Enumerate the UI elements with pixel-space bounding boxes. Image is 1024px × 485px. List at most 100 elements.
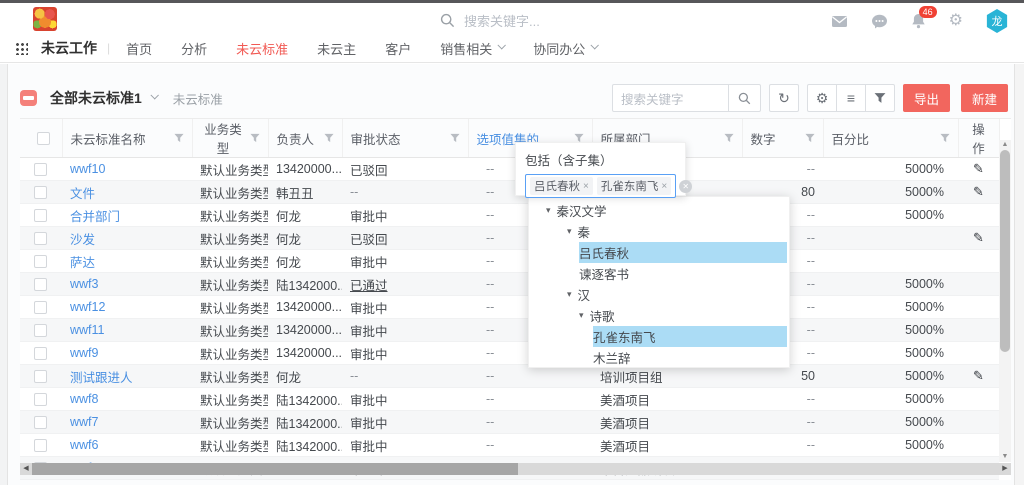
row-checkbox[interactable] [34, 278, 47, 291]
edit-pencil-icon[interactable]: ✎ [973, 230, 984, 245]
row-checkbox[interactable] [34, 324, 47, 337]
scroll-up-icon[interactable]: ▲ [999, 140, 1011, 150]
create-button[interactable]: 新建 [961, 84, 1008, 112]
record-link[interactable]: wwf7 [62, 411, 192, 434]
row-checkbox[interactable] [34, 301, 47, 314]
column-settings-button[interactable]: ⚙ [807, 84, 837, 112]
app-grid-icon[interactable] [15, 42, 28, 55]
funnel-icon[interactable] [450, 133, 460, 143]
list-view-button[interactable]: ≡ [836, 84, 866, 112]
header-number[interactable]: 数字 [742, 119, 823, 158]
global-search[interactable]: 搜索关键字... [440, 11, 540, 30]
tree-node[interactable]: 木兰辞 [529, 347, 789, 368]
filter-mode-label[interactable]: 包括（含子集） [525, 150, 676, 169]
scroll-right-icon[interactable]: ▶ [999, 463, 1011, 475]
view-subtitle: 未云标准 [173, 89, 223, 108]
record-link[interactable]: 萨达 [62, 250, 192, 273]
filter-button[interactable] [865, 84, 895, 112]
nav-item-weiyun-standard[interactable]: 未云标准 [236, 39, 288, 58]
tree-node[interactable]: ▾诗歌 [529, 305, 789, 326]
select-all-checkbox[interactable] [37, 132, 50, 145]
header-actions: 操作 [958, 119, 999, 158]
record-link[interactable]: wwf11 [62, 319, 192, 342]
nav-item-collaboration[interactable]: 协同办公 [533, 39, 597, 58]
row-checkbox[interactable] [34, 393, 47, 406]
horizontal-scroll-thumb[interactable] [32, 463, 518, 475]
edit-pencil-icon[interactable]: ✎ [973, 368, 984, 383]
remove-tag-icon[interactable]: × [661, 181, 667, 192]
tree-node-selected[interactable]: 吕氏春秋 [529, 242, 789, 263]
record-link[interactable]: 文件 [62, 181, 192, 204]
row-checkbox[interactable] [34, 232, 47, 245]
funnel-icon[interactable] [724, 133, 734, 143]
workspace-title[interactable]: 未云工作 [41, 38, 97, 58]
funnel-icon[interactable] [324, 133, 334, 143]
edit-pencil-icon[interactable]: ✎ [973, 184, 984, 199]
record-link[interactable]: wwf10 [62, 158, 192, 181]
chat-icon[interactable] [871, 14, 888, 29]
row-checkbox[interactable] [34, 186, 47, 199]
filter-tag: 孔雀东南飞 × [597, 177, 671, 195]
nav-item-home[interactable]: 首页 [126, 39, 152, 58]
record-link[interactable]: wwf12 [62, 296, 192, 319]
browser-scrollbar-track[interactable] [1014, 64, 1024, 485]
chevron-down-icon[interactable] [150, 91, 158, 99]
list-search-button[interactable] [728, 85, 760, 111]
table-horizontal-scrollbar[interactable]: ◀ ▶ [20, 463, 1011, 475]
nav-item-weiyun-main[interactable]: 未云主 [317, 39, 356, 58]
row-checkbox[interactable] [34, 370, 47, 383]
header-type[interactable]: 业务类型 [192, 119, 268, 158]
scroll-left-icon[interactable]: ◀ [20, 463, 32, 475]
funnel-icon[interactable] [805, 133, 815, 143]
tree-node[interactable]: ▾秦汉文学 [529, 200, 789, 221]
vertical-scroll-thumb[interactable] [1000, 150, 1010, 352]
refresh-button[interactable]: ↻ [769, 84, 799, 112]
view-title[interactable]: 全部未云标准1 [50, 88, 142, 108]
expand-arrow-icon[interactable]: ▾ [567, 289, 572, 300]
list-search-box[interactable]: 搜索关键字 [612, 84, 761, 112]
funnel-icon[interactable] [250, 133, 260, 143]
tree-node[interactable]: 谏逐客书 [529, 263, 789, 284]
header-status[interactable]: 审批状态 [342, 119, 468, 158]
row-checkbox[interactable] [34, 163, 47, 176]
funnel-icon[interactable] [174, 133, 184, 143]
export-button[interactable]: 导出 [903, 84, 950, 112]
expand-arrow-icon[interactable]: ▾ [579, 310, 584, 321]
expand-arrow-icon[interactable]: ▾ [546, 205, 551, 216]
expand-arrow-icon[interactable]: ▾ [567, 226, 572, 237]
notifications-bell-icon[interactable]: 46 [911, 13, 926, 29]
record-link[interactable]: 合并部门 [62, 204, 192, 227]
filter-tag-input[interactable]: 吕氏春秋 × 孔雀东南飞 × ✕ [525, 174, 676, 198]
nav-item-analysis[interactable]: 分析 [181, 39, 207, 58]
app-logo[interactable] [33, 7, 57, 31]
header-percent[interactable]: 百分比 [823, 119, 958, 158]
record-link[interactable]: 测试跟进人 [62, 365, 192, 388]
record-link[interactable]: wwf8 [62, 388, 192, 411]
header-name[interactable]: 未云标准名称 [62, 119, 192, 158]
funnel-icon[interactable] [940, 133, 950, 143]
record-link[interactable]: wwf6 [62, 434, 192, 457]
edit-pencil-icon[interactable]: ✎ [973, 161, 984, 176]
header-owner[interactable]: 负责人 [268, 119, 342, 158]
remove-tag-icon[interactable]: × [583, 181, 589, 192]
scroll-down-icon[interactable]: ▼ [999, 452, 1011, 462]
settings-gear-icon[interactable]: ⚙ [949, 13, 963, 29]
row-checkbox[interactable] [34, 255, 47, 268]
record-link[interactable]: 沙发 [62, 227, 192, 250]
tree-node[interactable]: ▾汉 [529, 284, 789, 305]
tree-node-selected[interactable]: 孔雀东南飞 [529, 326, 789, 347]
row-checkbox[interactable] [34, 347, 47, 360]
table-vertical-scrollbar[interactable]: ▲ ▼ [999, 140, 1011, 462]
record-link[interactable]: wwf3 [62, 273, 192, 296]
global-search-placeholder: 搜索关键字... [464, 11, 540, 30]
record-link[interactable]: wwf9 [62, 342, 192, 365]
row-checkbox[interactable] [34, 209, 47, 222]
mail-icon[interactable] [831, 14, 848, 28]
tree-node[interactable]: ▾秦 [529, 221, 789, 242]
row-checkbox[interactable] [34, 416, 47, 429]
nav-item-sales[interactable]: 销售相关 [440, 39, 504, 58]
clear-input-icon[interactable]: ✕ [679, 180, 692, 193]
row-checkbox[interactable] [34, 439, 47, 452]
user-avatar[interactable]: 龙 [986, 9, 1008, 33]
nav-item-customer[interactable]: 客户 [385, 39, 411, 58]
